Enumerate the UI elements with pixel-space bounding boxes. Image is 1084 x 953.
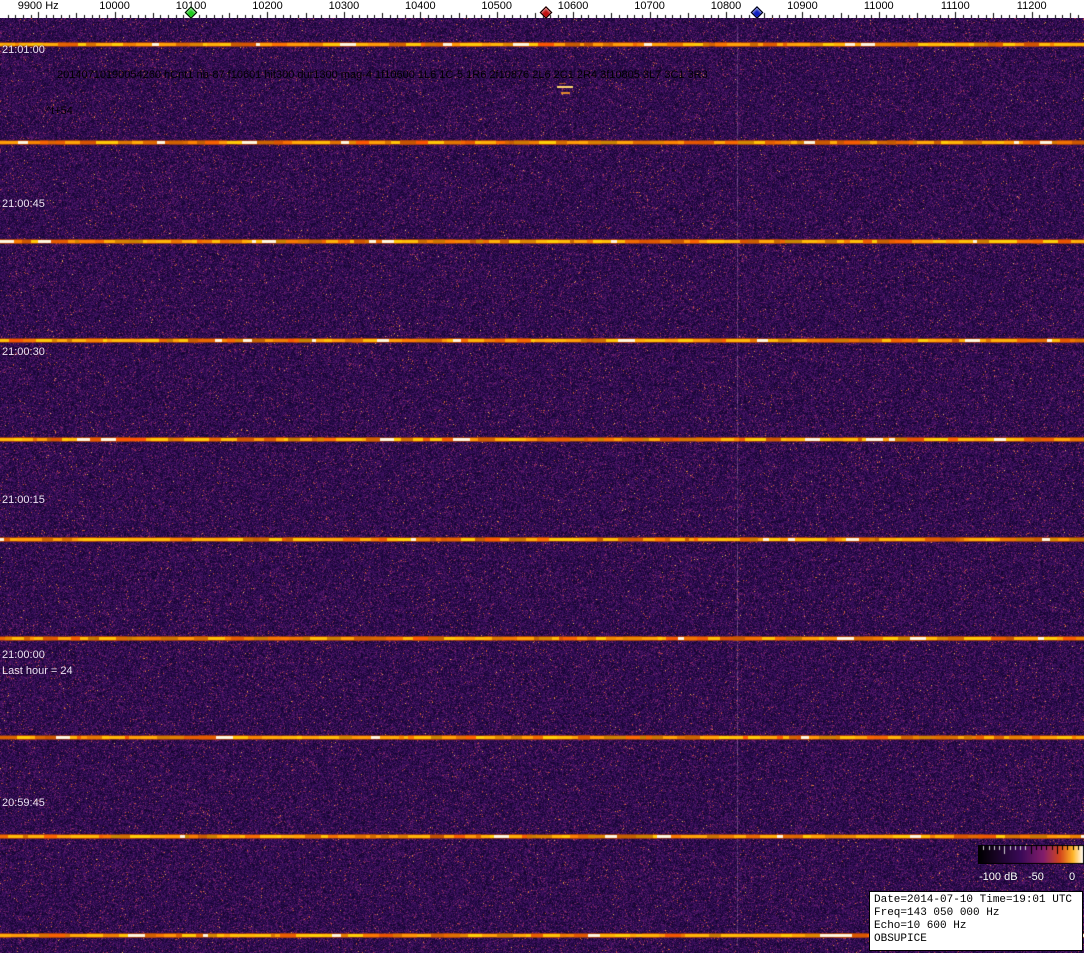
freq-tick-label: 9900 Hz <box>17 0 59 12</box>
db-min-label: -100 dB <box>979 871 1018 883</box>
db-scale-gradient <box>978 845 1084 864</box>
freq-tick-label: 10700 <box>634 0 665 12</box>
freq-tick-label: 10400 <box>405 0 436 12</box>
freq-tick-label: 11200 <box>1016 0 1047 12</box>
freq-tick-label: 10300 <box>328 0 360 12</box>
freq-tick-label: 10800 <box>710 0 742 12</box>
info-frequency: Freq=143 050 000 Hz <box>874 907 1000 919</box>
freq-tick-label: 10500 <box>481 0 512 12</box>
freq-tick-label: 10000 <box>99 0 130 12</box>
info-date-time: Date=2014-07-10 Time=19:01 UTC <box>874 894 1073 906</box>
spectrogram-canvas <box>0 18 1084 953</box>
freq-tick-label: 10900 <box>787 0 818 12</box>
freq-tick-label: 10200 <box>252 0 283 12</box>
meteor-spectrogram-app: 9900 Hz100001010010200103001040010500106… <box>0 0 1084 953</box>
freq-tick-label: 11000 <box>863 0 894 12</box>
db-max-label: 0 <box>1069 871 1076 883</box>
freq-tick-label: 10600 <box>557 0 589 12</box>
info-echo-frequency: Echo=10 600 Hz <box>874 920 967 932</box>
info-panel: Date=2014-07-10 Time=19:01 UTC Freq=143 … <box>869 891 1083 951</box>
db-mid-label: -50 <box>1028 871 1044 883</box>
freq-tick-label: 11100 <box>940 0 970 12</box>
info-observatory: OBSUPICE <box>874 933 927 945</box>
frequency-ruler: 9900 Hz100001010010200103001040010500106… <box>0 0 1084 19</box>
